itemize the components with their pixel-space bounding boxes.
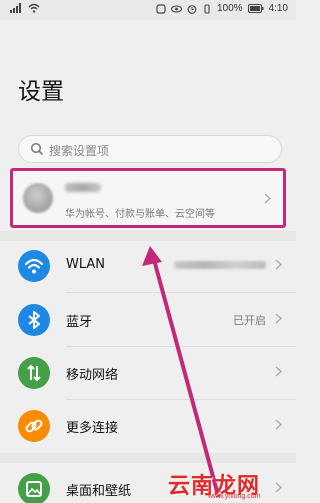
wlan-network-blurred [174, 261, 266, 269]
wifi-status-icon [28, 3, 40, 13]
alarm-icon [187, 4, 197, 14]
settings-item-label: 移动网络 [66, 368, 119, 383]
chevron-right-icon [275, 366, 282, 377]
settings-item-label: 更多连接 [66, 421, 119, 436]
chevron-right-icon [264, 193, 271, 204]
settings-item-mobile-network[interactable]: 移动网络 [0, 347, 296, 399]
search-input[interactable]: 搜索设置项 [18, 135, 282, 163]
status-right: 100% 4:10 [156, 3, 288, 14]
status-left [10, 3, 40, 13]
nfc-icon [156, 3, 166, 14]
page-title: 设置 [18, 79, 64, 105]
battery-percent: 100% [216, 3, 243, 14]
bluetooth-icon [18, 304, 50, 336]
watermark-url: www.ynlong.com [208, 493, 261, 500]
battery-icon [247, 4, 264, 13]
settings-item-label: 蓝牙 [66, 315, 93, 330]
search-icon [30, 142, 44, 156]
account-name-blurred [65, 183, 101, 192]
settings-item-wlan[interactable]: WLAN [0, 240, 296, 292]
chevron-right-icon [275, 419, 282, 430]
avatar [23, 183, 53, 213]
settings-item-value: 已开启 [233, 314, 266, 327]
settings-item-bluetooth[interactable]: 蓝牙 已开启 [0, 294, 296, 346]
eye-icon [170, 4, 182, 13]
desktop-wallpaper-icon [18, 473, 50, 503]
settings-item-label: WLAN [66, 257, 106, 272]
watermark: 云南龙网 www.ynlong.com [168, 458, 296, 503]
settings-item-label: 桌面和壁纸 [66, 484, 132, 499]
search-placeholder: 搜索设置项 [49, 144, 110, 158]
account-subtitle: 华为帐号、付款与账单、云空间等 [65, 209, 215, 220]
status-time: 4:10 [268, 3, 288, 14]
chevron-right-icon [275, 313, 282, 324]
divider [66, 292, 296, 293]
mobile-network-icon [18, 357, 50, 389]
chevron-right-icon [275, 259, 282, 270]
status-bar: 100% 4:10 [0, 0, 296, 20]
vibrate-icon [204, 3, 210, 14]
more-connections-icon [18, 410, 50, 442]
signal-icon [10, 3, 21, 13]
settings-item-more-connections[interactable]: 更多连接 [0, 400, 296, 452]
account-card[interactable]: 华为帐号、付款与账单、云空间等 [10, 168, 286, 228]
wlan-icon [18, 250, 50, 282]
